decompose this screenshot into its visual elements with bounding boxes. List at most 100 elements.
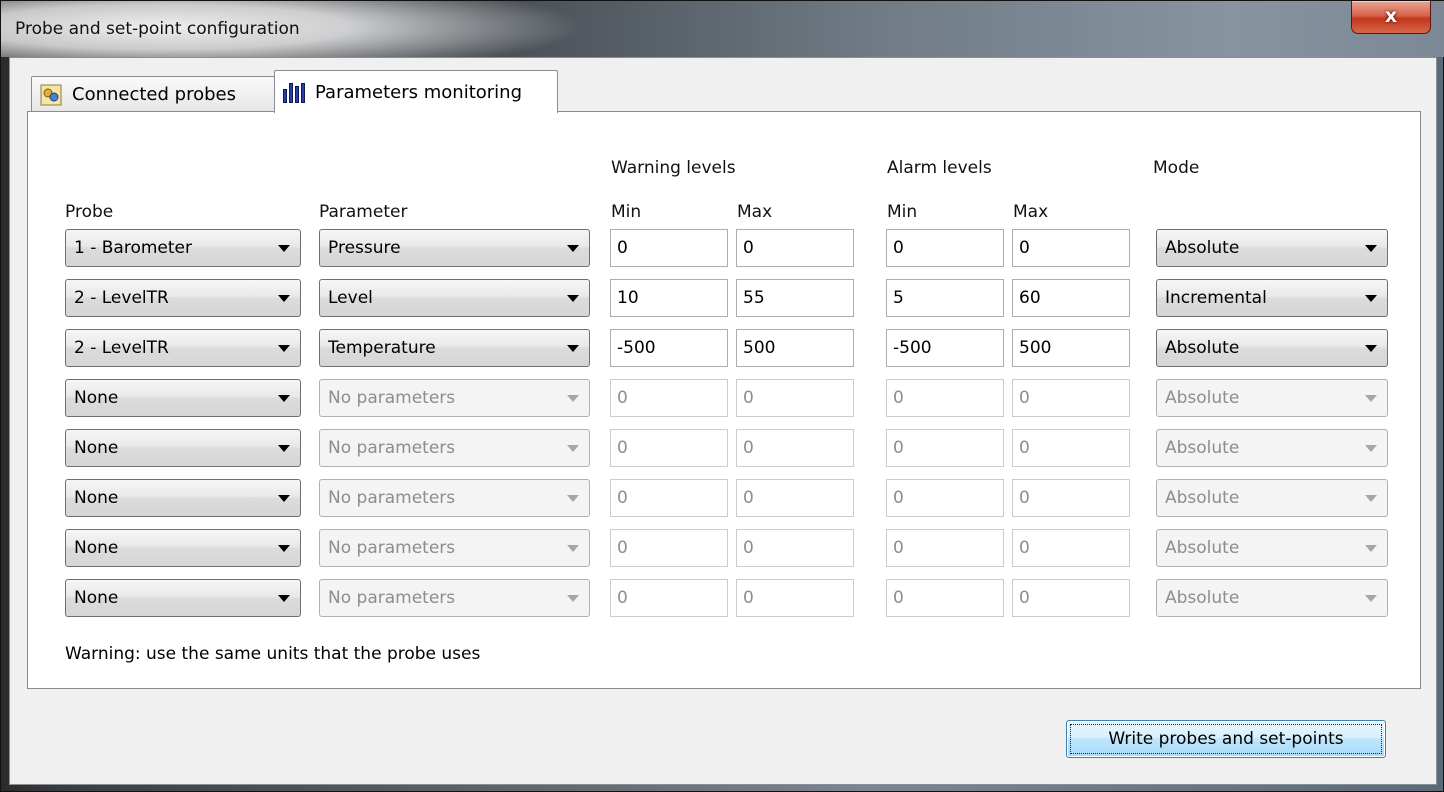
tab-connected-probes-label: Connected probes bbox=[72, 84, 236, 105]
chevron-down-icon bbox=[278, 245, 290, 252]
chevron-down-icon bbox=[567, 595, 579, 602]
parameter-select[interactable]: Pressure bbox=[319, 229, 590, 267]
chevron-down-icon bbox=[278, 495, 290, 502]
alarm-min-input[interactable]: 5 bbox=[886, 279, 1004, 317]
mode-header: Mode bbox=[1153, 158, 1200, 178]
parameter-select[interactable]: No parameters bbox=[319, 479, 590, 517]
warning-max-input[interactable]: 0 bbox=[736, 579, 854, 617]
mode-select-value: Absolute bbox=[1165, 238, 1240, 258]
chevron-down-icon bbox=[567, 345, 579, 352]
warning-min-input[interactable]: 0 bbox=[610, 429, 728, 467]
mode-select[interactable]: Absolute bbox=[1156, 429, 1388, 467]
alarm-max-input[interactable]: 0 bbox=[1012, 529, 1130, 567]
warning-max-input[interactable]: 0 bbox=[736, 229, 854, 267]
alarm-min-input[interactable]: -500 bbox=[886, 329, 1004, 367]
chevron-down-icon bbox=[1365, 495, 1377, 502]
parameter-select-value: Pressure bbox=[328, 238, 401, 258]
alarm-min-input[interactable]: 0 bbox=[886, 529, 1004, 567]
alarm-min-header: Min bbox=[887, 202, 918, 222]
warning-max-input[interactable]: 0 bbox=[736, 379, 854, 417]
mode-select[interactable]: Absolute bbox=[1156, 479, 1388, 517]
probe-select[interactable]: 2 - LevelTR bbox=[65, 279, 301, 317]
probe-select[interactable]: 1 - Barometer bbox=[65, 229, 301, 267]
warning-max-input[interactable]: 0 bbox=[736, 429, 854, 467]
probe-select[interactable]: 2 - LevelTR bbox=[65, 329, 301, 367]
chevron-down-icon bbox=[278, 395, 290, 402]
parameter-select-value: No parameters bbox=[328, 538, 456, 558]
alarm-max-input[interactable]: 0 bbox=[1012, 229, 1130, 267]
chevron-down-icon bbox=[567, 495, 579, 502]
write-probes-button[interactable]: Write probes and set-points bbox=[1066, 720, 1386, 758]
probe-header: Probe bbox=[65, 202, 114, 222]
mode-select[interactable]: Absolute bbox=[1156, 229, 1388, 267]
mode-select[interactable]: Absolute bbox=[1156, 329, 1388, 367]
warning-min-input[interactable]: 0 bbox=[610, 579, 728, 617]
probe-select[interactable]: None bbox=[65, 479, 301, 517]
alarm-min-input[interactable]: 0 bbox=[886, 229, 1004, 267]
probe-select-value: None bbox=[74, 538, 119, 558]
mode-select-value: Absolute bbox=[1165, 338, 1240, 358]
mode-select[interactable]: Absolute bbox=[1156, 379, 1388, 417]
mode-select-value: Absolute bbox=[1165, 488, 1240, 508]
chevron-down-icon bbox=[278, 345, 290, 352]
probes-icon bbox=[40, 84, 62, 106]
mode-select[interactable]: Absolute bbox=[1156, 529, 1388, 567]
alarm-max-input[interactable]: 0 bbox=[1012, 579, 1130, 617]
alarm-max-input[interactable]: 0 bbox=[1012, 429, 1130, 467]
chevron-down-icon bbox=[1365, 295, 1377, 302]
warning-min-input[interactable]: 0 bbox=[610, 379, 728, 417]
probe-select[interactable]: None bbox=[65, 379, 301, 417]
parameter-select[interactable]: No parameters bbox=[319, 529, 590, 567]
mode-select[interactable]: Absolute bbox=[1156, 579, 1388, 617]
alarm-min-input[interactable]: 0 bbox=[886, 579, 1004, 617]
tab-parameters-monitoring[interactable]: Parameters monitoring bbox=[274, 70, 558, 113]
alarm-max-input[interactable]: 60 bbox=[1012, 279, 1130, 317]
chevron-down-icon bbox=[1365, 445, 1377, 452]
alarm-min-input[interactable]: 0 bbox=[886, 379, 1004, 417]
parameter-select[interactable]: Temperature bbox=[319, 329, 590, 367]
warning-max-input[interactable]: 55 bbox=[736, 279, 854, 317]
warning-max-input[interactable]: 0 bbox=[736, 529, 854, 567]
chevron-down-icon bbox=[1365, 345, 1377, 352]
warning-min-input[interactable]: 0 bbox=[610, 229, 728, 267]
warning-max-input[interactable]: 0 bbox=[736, 479, 854, 517]
warning-max-input[interactable]: 500 bbox=[736, 329, 854, 367]
warning-min-input[interactable]: 0 bbox=[610, 529, 728, 567]
alarm-min-input[interactable]: 0 bbox=[886, 479, 1004, 517]
chevron-down-icon bbox=[278, 595, 290, 602]
parameter-select-value: Level bbox=[328, 288, 373, 308]
dialog-client-area: Connected probes Parameters monitoring W… bbox=[9, 57, 1437, 785]
title-bar[interactable]: Probe and set-point configuration x bbox=[1, 1, 1444, 57]
parameter-select[interactable]: No parameters bbox=[319, 429, 590, 467]
warning-levels-header: Warning levels bbox=[611, 158, 736, 178]
warning-min-header: Min bbox=[611, 202, 642, 222]
probe-select[interactable]: None bbox=[65, 529, 301, 567]
alarm-min-input[interactable]: 0 bbox=[886, 429, 1004, 467]
chevron-down-icon bbox=[567, 545, 579, 552]
parameter-select[interactable]: No parameters bbox=[319, 579, 590, 617]
warning-max-header: Max bbox=[737, 202, 773, 222]
parameter-select[interactable]: No parameters bbox=[319, 379, 590, 417]
warning-min-input[interactable]: 10 bbox=[610, 279, 728, 317]
alarm-max-input[interactable]: 0 bbox=[1012, 379, 1130, 417]
alarm-max-input[interactable]: 0 bbox=[1012, 479, 1130, 517]
dialog-window: Probe and set-point configuration x Conn… bbox=[0, 0, 1444, 792]
mode-select[interactable]: Incremental bbox=[1156, 279, 1388, 317]
tab-parameters-monitoring-label: Parameters monitoring bbox=[315, 81, 523, 103]
parameter-select[interactable]: Level bbox=[319, 279, 590, 317]
warning-min-input[interactable]: 0 bbox=[610, 479, 728, 517]
parameter-header: Parameter bbox=[319, 202, 408, 222]
chevron-down-icon bbox=[567, 395, 579, 402]
tab-connected-probes[interactable]: Connected probes bbox=[31, 76, 275, 112]
close-button[interactable]: x bbox=[1351, 1, 1431, 34]
mode-select-value: Absolute bbox=[1165, 538, 1240, 558]
parameter-select-value: No parameters bbox=[328, 388, 456, 408]
probe-select-value: 2 - LevelTR bbox=[74, 338, 169, 358]
warning-min-input[interactable]: -500 bbox=[610, 329, 728, 367]
alarm-max-input[interactable]: 500 bbox=[1012, 329, 1130, 367]
alarm-max-header: Max bbox=[1013, 202, 1049, 222]
chevron-down-icon bbox=[278, 295, 290, 302]
probe-select[interactable]: None bbox=[65, 429, 301, 467]
probe-select-value: 1 - Barometer bbox=[74, 238, 192, 258]
probe-select[interactable]: None bbox=[65, 579, 301, 617]
